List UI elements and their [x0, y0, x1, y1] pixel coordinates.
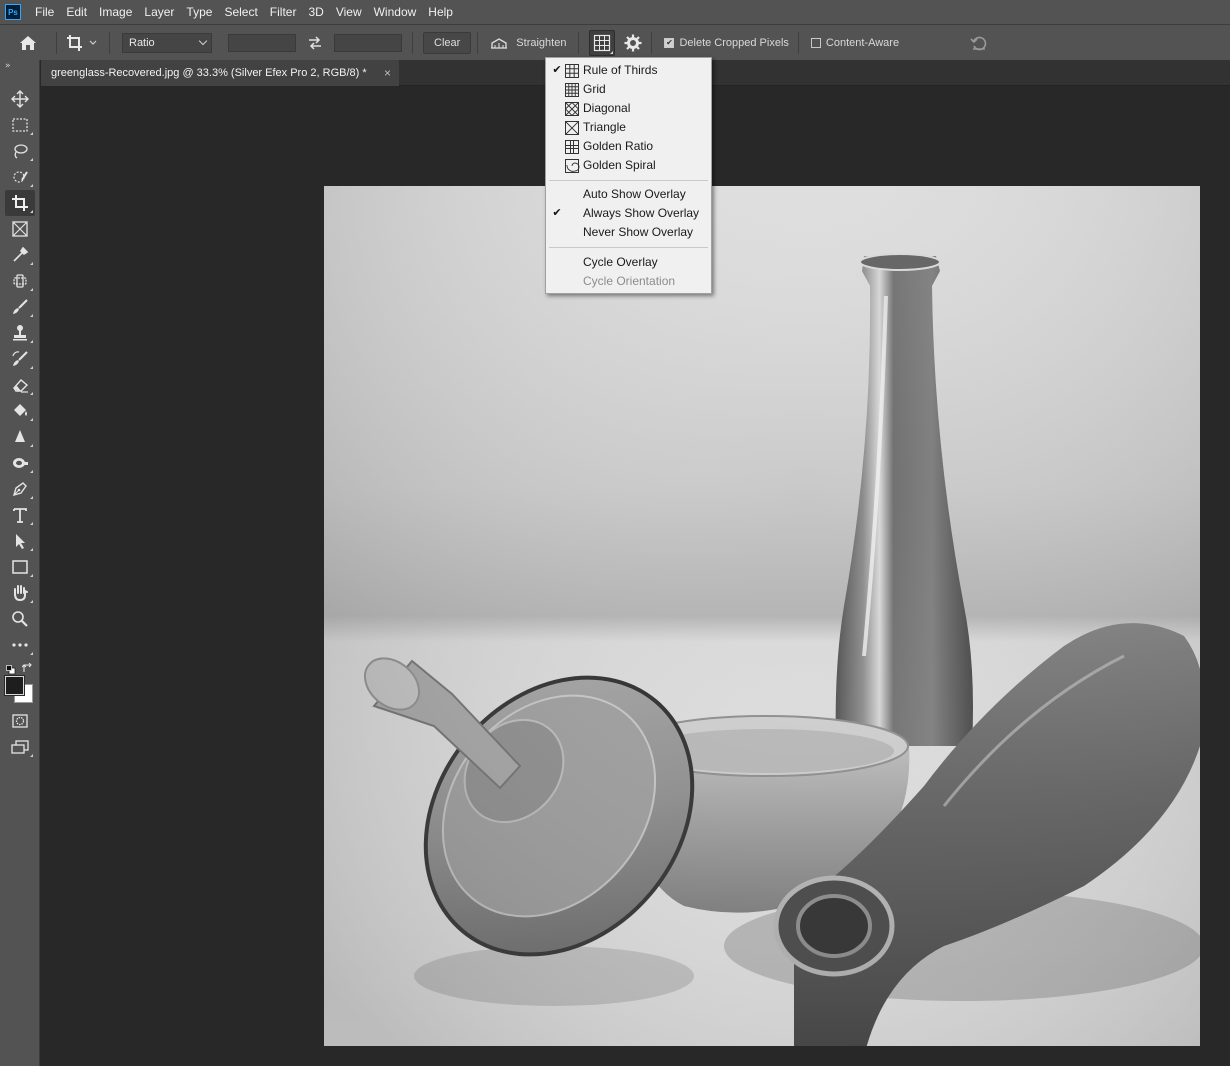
check-icon: ✔ [552, 207, 562, 219]
document-tab-title: greenglass-Recovered.jpg @ 33.3% (Silver… [51, 67, 367, 79]
menu-filter[interactable]: Filter [264, 0, 303, 24]
clear-button[interactable]: Clear [423, 31, 472, 54]
menu-select[interactable]: Select [218, 0, 263, 24]
eraser-tool-icon[interactable] [5, 372, 35, 398]
menu-item-never-show-overlay[interactable]: Never Show Overlay [546, 223, 711, 242]
crop-preset-picker[interactable] [63, 34, 103, 52]
dodge-tool-icon[interactable] [5, 450, 35, 476]
menu-item-diagonal[interactable]: Diagonal [546, 99, 711, 118]
menu-item-cycle-overlay[interactable]: Cycle Overlay [546, 253, 711, 272]
straighten-label[interactable]: Straighten [516, 37, 566, 49]
hand-tool-icon[interactable] [5, 580, 35, 606]
menu-image[interactable]: Image [93, 0, 138, 24]
rectangle-tool-icon[interactable] [5, 554, 35, 580]
menu-help[interactable]: Help [422, 0, 459, 24]
screen-mode-icon[interactable] [5, 734, 35, 760]
tools-panel: » [0, 60, 40, 1066]
menu-separator [549, 180, 708, 181]
grid-icon [565, 83, 579, 97]
menu-item-grid[interactable]: Grid [546, 80, 711, 99]
path-selection-tool-icon[interactable] [5, 528, 35, 554]
menu-file[interactable]: File [29, 0, 60, 24]
checkbox-box [810, 37, 821, 48]
document-tab[interactable]: greenglass-Recovered.jpg @ 33.3% (Silver… [41, 60, 399, 86]
marquee-tool-icon[interactable] [5, 112, 35, 138]
brush-tool-icon[interactable] [5, 294, 35, 320]
history-brush-tool-icon[interactable] [5, 346, 35, 372]
height-field[interactable] [334, 33, 402, 52]
menu-item-auto-show-overlay[interactable]: Auto Show Overlay [546, 185, 711, 204]
clone-stamp-tool-icon[interactable] [5, 320, 35, 346]
more-tools-icon[interactable] [5, 632, 35, 658]
menu-3d[interactable]: 3D [302, 0, 329, 24]
menu-item-golden-ratio[interactable]: Golden Ratio [546, 137, 711, 156]
golden-ratio-icon [565, 140, 579, 154]
reset-icon[interactable] [968, 33, 990, 53]
straighten-icon[interactable] [486, 36, 512, 50]
menu-edit[interactable]: Edit [60, 0, 93, 24]
swap-colors-icon[interactable] [21, 662, 33, 677]
collapse-panel-icon[interactable]: » [0, 60, 39, 72]
menu-item-always-show-overlay[interactable]: ✔ Always Show Overlay [546, 204, 711, 223]
lasso-tool-icon[interactable] [5, 138, 35, 164]
eyedropper-tool-icon[interactable] [5, 242, 35, 268]
quick-selection-tool-icon[interactable] [5, 164, 35, 190]
check-icon: ✔ [664, 37, 675, 48]
blur-tool-icon[interactable] [5, 424, 35, 450]
overlay-options-button[interactable] [589, 29, 616, 56]
rule-of-thirds-icon [565, 64, 579, 78]
paint-bucket-tool-icon[interactable] [5, 398, 35, 424]
healing-brush-tool-icon[interactable] [5, 268, 35, 294]
ratio-select-value: Ratio [129, 36, 155, 49]
delete-cropped-pixels-label: Delete Cropped Pixels [679, 36, 789, 49]
rule-of-thirds-icon [594, 34, 611, 51]
menu-layer[interactable]: Layer [138, 0, 180, 24]
ratio-select[interactable]: Ratio [122, 32, 212, 53]
swap-icon[interactable] [296, 35, 334, 50]
content-aware-label: Content-Aware [825, 36, 900, 49]
foreground-color-swatch[interactable] [4, 675, 25, 696]
delete-cropped-pixels-checkbox[interactable]: ✔ Delete Cropped Pixels [664, 36, 789, 49]
home-icon[interactable] [14, 35, 42, 51]
photoshop-logo: Ps [5, 4, 21, 20]
menu-bar: Ps File Edit Image Layer Type Select Fil… [0, 0, 1230, 24]
menu-item-cycle-orientation: Cycle Orientation [583, 274, 676, 288]
move-tool-icon[interactable] [5, 86, 35, 112]
zoom-tool-icon[interactable] [5, 606, 35, 632]
options-bar: Ratio Clear Straighten ✔ Delete Cropped … [0, 24, 1230, 60]
width-field[interactable] [228, 33, 296, 52]
gear-icon[interactable] [615, 34, 651, 52]
check-icon: ✔ [552, 64, 562, 76]
crop-tool-icon[interactable] [5, 190, 35, 216]
menu-separator [549, 247, 708, 248]
menu-item-triangle[interactable]: Triangle [546, 118, 711, 137]
menu-item-rule-of-thirds[interactable]: ✔ Rule of Thirds [546, 61, 711, 80]
diagonal-icon [564, 101, 580, 117]
menu-window[interactable]: Window [368, 0, 423, 24]
frame-tool-icon[interactable] [5, 216, 35, 242]
overlay-options-menu: ✔ Rule of Thirds Grid Diagonal Triangle [545, 57, 712, 294]
triangle-icon [565, 121, 579, 135]
menu-view[interactable]: View [330, 0, 368, 24]
type-tool-icon[interactable] [5, 502, 35, 528]
golden-spiral-icon [565, 159, 580, 173]
menu-type[interactable]: Type [180, 0, 218, 24]
content-aware-checkbox[interactable]: Content-Aware [810, 36, 900, 49]
close-icon[interactable]: × [384, 60, 391, 86]
document-image[interactable] [324, 186, 1200, 1046]
pen-tool-icon[interactable] [5, 476, 35, 502]
menu-item-golden-spiral[interactable]: Golden Spiral [546, 156, 711, 175]
quick-mask-icon[interactable] [5, 708, 35, 734]
chevron-down-icon [198, 36, 208, 45]
